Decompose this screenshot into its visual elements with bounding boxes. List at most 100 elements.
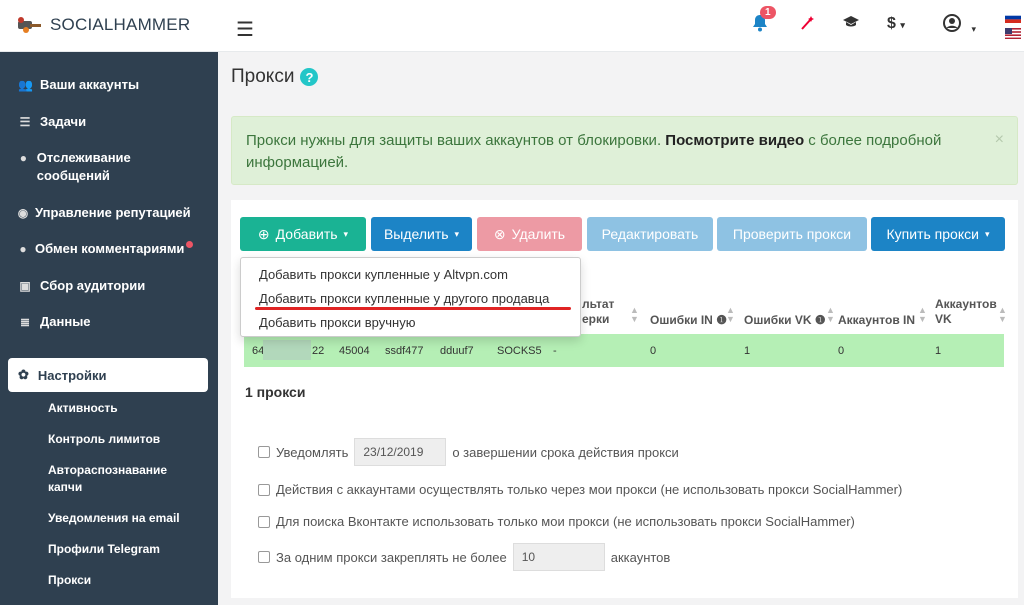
column-header-result[interactable]: льтат ерки [582, 297, 614, 327]
limit-label: За одним прокси закреплять не более [276, 549, 507, 565]
sidebar-item-label: Управление репутацией [35, 205, 191, 220]
sort-icon[interactable]: ▲ ▼ [998, 306, 1007, 324]
close-icon[interactable]: × [995, 129, 1004, 151]
cell-password: dduuf7 [440, 345, 474, 357]
currency-menu[interactable]: $ ▾ [887, 15, 905, 33]
menu-item-add-manual[interactable]: Добавить прокси вручную [259, 315, 415, 330]
chevron-down-icon: ▾ [454, 228, 460, 239]
user-menu[interactable]: ▾ [943, 14, 976, 37]
column-header-errors-vk[interactable]: Ошибки VK ❶ [744, 313, 826, 328]
times-circle-icon: ⊗ [493, 225, 506, 242]
sort-icon[interactable]: ▲ ▼ [630, 306, 639, 324]
dollar-icon: $ [887, 15, 896, 32]
sort-icon[interactable]: ▲ ▼ [726, 306, 735, 324]
sidebar-item-settings[interactable]: ✿ Настройки [8, 358, 208, 392]
page-title-text: Прокси [231, 66, 295, 87]
cell-accounts-vk: 1 [935, 345, 942, 357]
sidebar-item-text: Обмен комментариями [35, 241, 185, 256]
limit-checkbox[interactable] [258, 551, 270, 563]
limit-label-after: аккаунтов [610, 549, 671, 565]
sidebar-item-accounts[interactable]: 👥 Ваши аккаунты [18, 76, 139, 94]
sidebar-item-label: Сбор аудитории [40, 278, 146, 293]
header-line: льтат [582, 297, 615, 311]
menu-item-add-altvpn[interactable]: Добавить прокси купленные у Altvpn.com [259, 267, 508, 282]
info-alert: Прокси нужны для защиты ваших аккаунтов … [231, 116, 1018, 185]
sidebar-subitem-activity[interactable]: Активность [48, 400, 118, 417]
notify-label: Уведомлять [276, 444, 349, 460]
edit-button[interactable]: Редактировать [587, 217, 713, 251]
cell-type: SOCKS5 [497, 345, 542, 357]
user-circle-icon [943, 14, 961, 32]
question-circle-icon[interactable]: ? [300, 68, 319, 86]
sidebar-subitem-proxy[interactable]: Прокси [48, 572, 91, 589]
sidebar-item-data[interactable]: ≣ Данные [18, 313, 91, 331]
chevron-down-icon: ▾ [343, 228, 349, 239]
sidebar-subitem-limits[interactable]: Контроль лимитов [48, 431, 160, 448]
delete-button-label: Удалить [511, 226, 566, 242]
limit-option: За одним прокси закреплять не более 10 а… [258, 543, 670, 571]
sidebar-item-label: Задачи [40, 114, 87, 129]
database-icon: ≣ [19, 315, 31, 329]
cell-login: ssdf477 [385, 345, 424, 357]
sidebar-item-audience[interactable]: ▣ Сбор аудитории [18, 277, 145, 295]
brand[interactable]: SOCIALHAMMER [16, 15, 190, 35]
sidebar-item-label: Данные [40, 314, 91, 329]
sidebar-subitem-email[interactable]: Уведомления на email [48, 510, 180, 527]
select-button-label: Выделить [383, 226, 449, 242]
comments-icon: ● [19, 242, 27, 256]
only-my-proxies-option: Действия с аккаунтами осуществлять тольк… [258, 482, 902, 497]
hammer-logo-icon [18, 17, 41, 33]
graduation-cap-icon[interactable] [842, 15, 860, 34]
flag-ru-icon[interactable] [1005, 12, 1021, 23]
buy-proxy-button[interactable]: Купить прокси ▾ [871, 217, 1005, 251]
top-navbar: SOCIALHAMMER ☰ 1 $ ▾ ▾ [0, 0, 1024, 52]
column-header-accounts-vk[interactable]: Аккаунтов VK [935, 297, 997, 327]
add-button[interactable]: ⊕ Добавить ▾ [240, 217, 366, 251]
chevron-down-icon: ▾ [984, 228, 990, 239]
alert-text: Прокси нужны для защиты ваших аккаунтов … [246, 132, 662, 149]
proxy-count: 1 прокси [245, 384, 306, 400]
sidebar-item-reputation[interactable]: ◉ Управление репутацией [16, 204, 191, 222]
notification-badge: 1 [760, 6, 776, 19]
check-proxy-button[interactable]: Проверить прокси [717, 217, 867, 251]
sidebar-subitem-telegram[interactable]: Профили Telegram [48, 541, 160, 558]
header-text: Ошибки IN [650, 313, 713, 327]
sidebar-item-comments-exchange[interactable]: ● Обмен комментариями [16, 240, 194, 258]
page-title: Прокси ? [231, 66, 319, 88]
sidebar-item-label: Обмен комментариями [35, 240, 194, 258]
header-line: VK [935, 312, 952, 326]
sort-icon[interactable]: ▲ ▼ [826, 306, 835, 324]
sort-icon[interactable]: ▲ ▼ [918, 306, 927, 324]
vk-search-checkbox[interactable] [258, 515, 270, 528]
column-header-accounts-in[interactable]: Аккаунтов IN [838, 313, 915, 328]
header-line: Аккаунтов [935, 297, 997, 311]
sidebar-item-messages[interactable]: ● Отслеживание сообщений [18, 149, 168, 185]
limit-input[interactable]: 10 [512, 543, 605, 571]
only-my-proxies-checkbox[interactable] [258, 483, 270, 496]
only-my-proxies-label: Действия с аккаунтами осуществлять тольк… [276, 482, 903, 497]
column-header-errors-in[interactable]: Ошибки IN ❶ [650, 313, 727, 328]
buy-button-label: Купить прокси [886, 226, 979, 242]
select-button[interactable]: Выделить ▾ [371, 217, 472, 251]
magic-wand-icon[interactable] [800, 15, 814, 36]
vk-search-option: Для поиска Вконтакте использовать только… [258, 514, 855, 529]
comment-icon: ● [19, 151, 27, 165]
flag-us-icon[interactable] [1005, 28, 1021, 39]
menu-icon[interactable]: ☰ [236, 17, 254, 42]
notify-checkbox[interactable] [258, 446, 270, 458]
header-line: ерки [582, 312, 610, 326]
cell-port: 45004 [339, 345, 370, 357]
users-icon: 👥 [18, 78, 33, 92]
cell-result: - [553, 345, 557, 357]
highlight-underline [255, 307, 571, 310]
watch-video-link[interactable]: Посмотрите видео [665, 132, 804, 149]
id-card-icon: ▣ [19, 279, 31, 293]
notify-date-input[interactable]: 23/12/2019 [354, 438, 447, 466]
plus-circle-icon: ⊕ [257, 225, 270, 242]
sidebar-item-tasks[interactable]: ☰ Задачи [18, 113, 86, 131]
sidebar-subitem-captcha[interactable]: Автораспознавание капчи [48, 462, 188, 496]
delete-button[interactable]: ⊗ Удалить [477, 217, 582, 251]
menu-item-add-other-seller[interactable]: Добавить прокси купленные у другого прод… [259, 291, 549, 306]
add-dropdown-menu: Добавить прокси купленные у Altvpn.com Д… [240, 257, 581, 337]
tasks-icon: ☰ [19, 115, 31, 129]
